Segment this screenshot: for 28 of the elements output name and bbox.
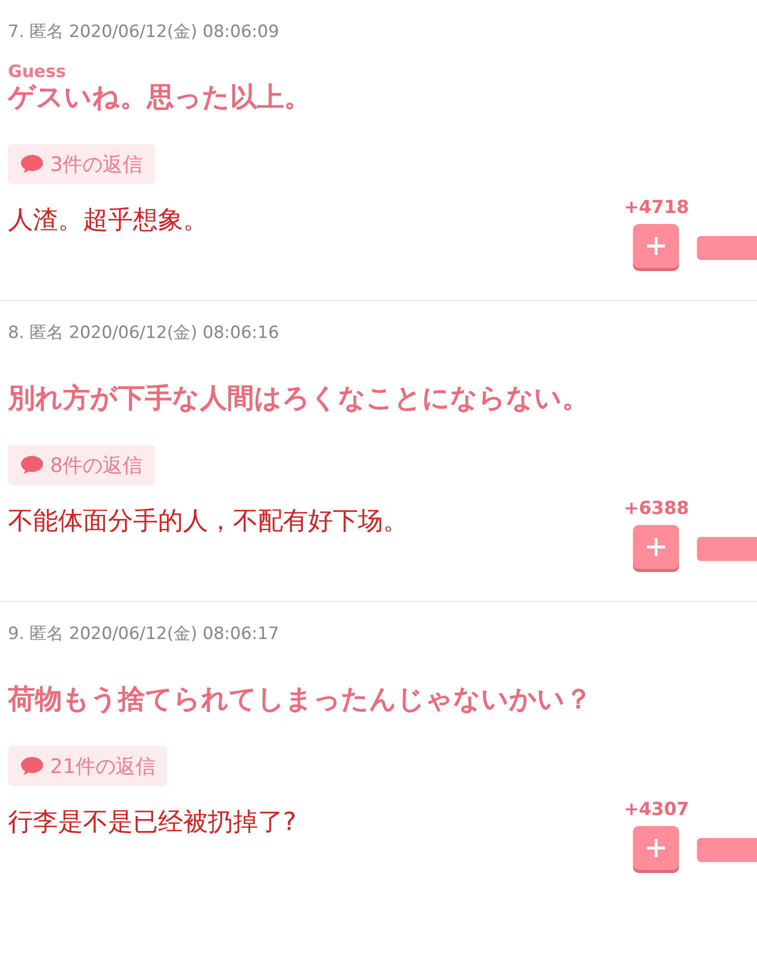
comment-meta: 9. 匿名 2020/06/12(金) 08:06:17 [8,623,280,646]
comment-translation: 行李是不是已经被扔掉了? [8,806,296,838]
ruby-text: Guess [8,64,66,80]
speech-bubble-icon [20,756,44,776]
comment-translation: 不能体面分手的人，不配有好下场。 [8,505,408,537]
vote-count: +4718 [624,196,689,220]
plus-icon [645,536,668,558]
vote-bar [697,537,757,561]
plus-icon [645,235,668,257]
speech-bubble-icon [20,455,44,475]
comment-headline: 荷物もう捨てられてしまったんじゃないかい？ [8,683,592,717]
plus-button[interactable] [633,224,680,268]
plus-icon [645,837,668,859]
comment-meta: 7. 匿名 2020/06/12(金) 08:06:09 [8,21,280,44]
plus-button[interactable] [633,826,680,870]
comment-headline: 別れ方が下手な人間はろくなことにならない。 [8,382,589,416]
replies-button[interactable]: 8件の返信 [8,445,155,485]
replies-button[interactable]: 3件の返信 [8,144,155,184]
vote-count: +4307 [624,798,689,822]
comment-headline: ゲスいね。思った以上。 [8,81,311,115]
speech-bubble-icon [20,154,44,174]
plus-button[interactable] [633,525,680,569]
vote-bar [697,838,757,862]
vote-bar [697,236,757,260]
comment-translation: 人渣。超乎想象。 [8,204,208,236]
vote-count: +6388 [624,497,689,521]
comment-meta: 8. 匿名 2020/06/12(金) 08:06:16 [8,322,280,345]
replies-button[interactable]: 21件の返信 [8,746,168,786]
